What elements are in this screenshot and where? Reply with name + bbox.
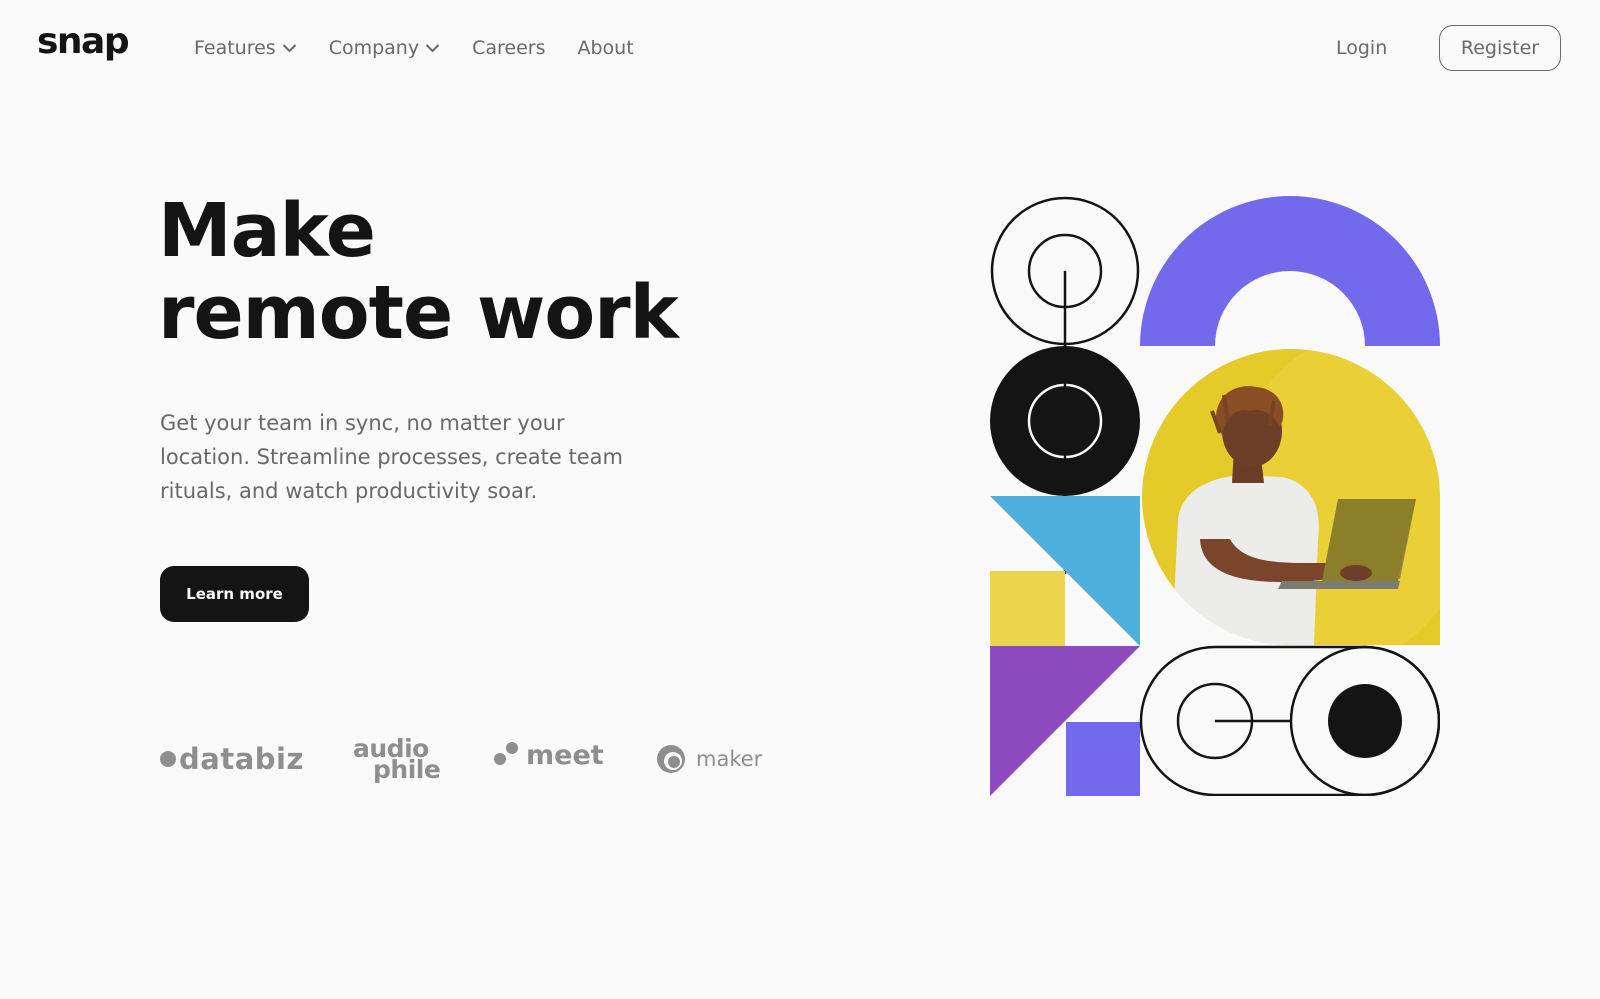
yellow-square [990,571,1065,646]
hero-description: Get your team in sync, no matter your lo… [160,411,623,503]
site-logo[interactable]: snap [37,18,130,66]
purple-square [1066,722,1140,796]
nav-company-label: Company [328,37,420,59]
nav-features-label: Features [194,37,276,59]
meet-wordmark: meet [526,740,604,771]
learn-more-button[interactable]: Learn more [160,566,309,622]
databiz-wordmark: databiz [179,742,304,776]
person-with-laptop-image [1142,349,1440,645]
landing-page: snap Features Company Careers About Logi… [0,0,1600,999]
nav-features[interactable]: Features [194,34,297,62]
nav-about[interactable]: About [578,34,634,62]
main-nav: Features Company Careers About [194,34,634,62]
databiz-dot-icon [160,751,176,767]
chevron-down-icon [282,44,296,53]
meet-dots-icon [494,741,520,770]
hero-headline-line1: Make [158,188,376,274]
login-link[interactable]: Login [1336,34,1387,62]
audiophile-logo: audio phile [353,736,441,782]
maker-wordmark: maker [696,747,763,771]
databiz-logo: databiz [160,742,304,776]
maker-swirl-icon [657,745,685,773]
nav-careers[interactable]: Careers [472,34,545,62]
nav-company[interactable]: Company [329,34,440,62]
hero-headline-line2: remote work [158,270,679,356]
nav-careers-label: Careers [472,37,546,59]
pill-black-dot [1328,684,1402,758]
purple-arch [1140,196,1440,346]
maker-logo: maker [656,744,762,774]
register-button[interactable]: Register [1439,25,1561,71]
hero-headline: Make remote work [158,188,679,356]
chevron-down-icon [425,44,440,53]
meet-logo: meet [494,740,604,771]
nav-about-label: About [577,37,634,59]
